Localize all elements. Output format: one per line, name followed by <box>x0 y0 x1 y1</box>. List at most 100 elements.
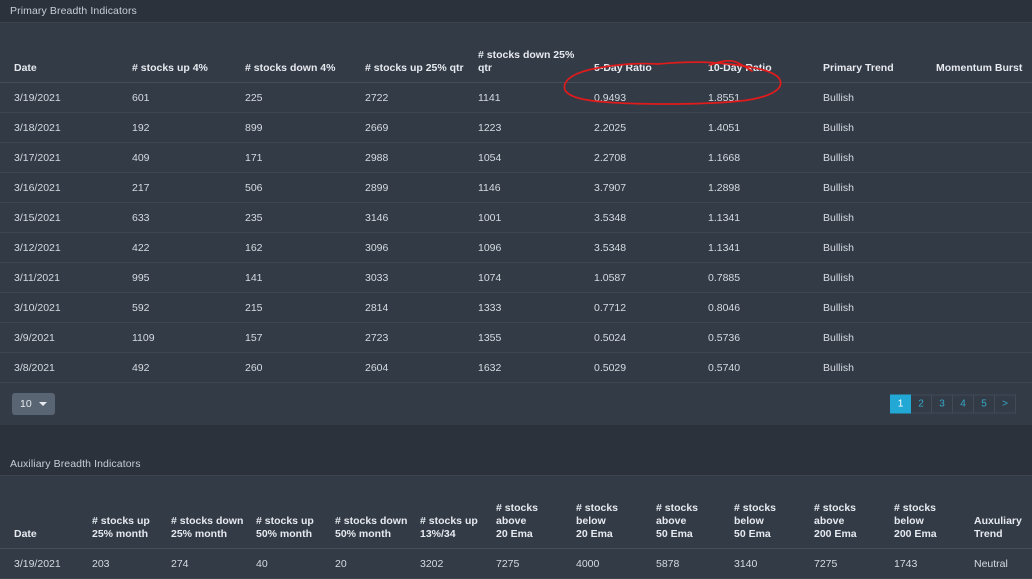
primary-breadth-panel: Primary Breadth Indicators Date # stocks… <box>0 0 1032 425</box>
aux-cell-above-50-ema: 5878 <box>656 548 734 579</box>
cell-stocks-up-25-qtr: 2899 <box>365 172 478 203</box>
aux-col-header-below-200-ema[interactable]: # stocks below 200 Ema <box>894 495 974 549</box>
panel-separator <box>0 425 1032 453</box>
cell-10-day-ratio: 0.5740 <box>708 352 823 383</box>
cell-date: 3/18/2021 <box>0 112 132 143</box>
table-row[interactable]: 3/19/2021 601 225 2722 1141 0.9493 1.8551 Bulli… <box>0 82 1032 113</box>
primary-table-body: 3/19/2021 601 225 2722 1141 0.9493 1.8551 Bulli… <box>0 82 1032 383</box>
cell-primary-trend: Bullish <box>823 112 936 143</box>
col-header-stocks-down-25-qtr[interactable]: # stocks down 25% qtr <box>478 42 594 83</box>
aux-col-header-up-13-34[interactable]: # stocks up 13%/34 <box>420 495 496 549</box>
col-header-momentum-burst[interactable]: Momentum Burst <box>936 42 1032 83</box>
cell-momentum-burst <box>936 352 1032 383</box>
pagination-page-1[interactable]: 1 <box>890 394 911 414</box>
aux-cell-above-200-ema: 7275 <box>814 548 894 579</box>
aux-cell-auxiliary-trend: Neutral <box>974 548 1032 579</box>
auxiliary-table-body: 3/19/2021 203 274 40 20 3202 7275 4000 5878 3140 7… <box>0 548 1032 579</box>
cell-momentum-burst <box>936 232 1032 263</box>
cell-stocks-down-25-qtr: 1333 <box>478 292 594 323</box>
col-header-primary-trend[interactable]: Primary Trend <box>823 42 936 83</box>
primary-panel-title: Primary Breadth Indicators <box>10 5 137 17</box>
table-row[interactable]: 3/10/2021 592 215 2814 1333 0.7712 0.8046 Bulli… <box>0 292 1032 323</box>
cell-stocks-down-25-qtr: 1223 <box>478 112 594 143</box>
primary-panel-subbar <box>0 22 1032 42</box>
cell-primary-trend: Bullish <box>823 142 936 173</box>
chevron-down-icon <box>38 402 47 406</box>
auxiliary-breadth-panel: Auxiliary Breadth Indicators Date # stoc… <box>0 453 1032 579</box>
cell-5-day-ratio: 0.9493 <box>594 82 708 113</box>
cell-primary-trend: Bullish <box>823 82 936 113</box>
aux-col-header-above-20-ema[interactable]: # stocks above 20 Ema <box>496 495 576 549</box>
pagination-page-5[interactable]: 5 <box>974 394 995 414</box>
cell-date: 3/17/2021 <box>0 142 132 173</box>
cell-stocks-up-25-qtr: 2722 <box>365 82 478 113</box>
cell-10-day-ratio: 0.7885 <box>708 262 823 293</box>
pagination-page-3[interactable]: 3 <box>932 394 953 414</box>
cell-primary-trend: Bullish <box>823 202 936 233</box>
pagination-next-button[interactable]: > <box>995 394 1016 414</box>
table-row[interactable]: 3/9/2021 1109 157 2723 1355 0.5024 0.5736 Bulli… <box>0 322 1032 353</box>
cell-momentum-burst <box>936 82 1032 113</box>
table-row[interactable]: 3/8/2021 492 260 2604 1632 0.5029 0.5740 Bullis… <box>0 352 1032 383</box>
cell-stocks-up-4: 192 <box>132 112 245 143</box>
cell-stocks-up-25-qtr: 3096 <box>365 232 478 263</box>
col-header-stocks-up-25-qtr[interactable]: # stocks up 25% qtr <box>365 42 478 83</box>
cell-stocks-up-25-qtr: 2988 <box>365 142 478 173</box>
table-row[interactable]: 3/19/2021 203 274 40 20 3202 7275 4000 5878 3140 7… <box>0 548 1032 579</box>
aux-col-header-auxiliary-trend[interactable]: Auxuliary Trend <box>974 495 1032 549</box>
cell-primary-trend: Bullish <box>823 322 936 353</box>
auxiliary-breadth-table: Date # stocks up 25% month # stocks down… <box>0 495 1032 579</box>
aux-col-header-up-50-month[interactable]: # stocks up 50% month <box>256 495 335 549</box>
cell-momentum-burst <box>936 142 1032 173</box>
col-header-10-day-ratio[interactable]: 10-Day Ratio <box>708 42 823 83</box>
cell-date: 3/10/2021 <box>0 292 132 323</box>
table-row[interactable]: 3/12/2021 422 162 3096 1096 3.5348 1.1341 Bulli… <box>0 232 1032 263</box>
cell-stocks-up-4: 633 <box>132 202 245 233</box>
cell-primary-trend: Bullish <box>823 292 936 323</box>
table-row[interactable]: 3/16/2021 217 506 2899 1146 3.7907 1.2898 Bulli… <box>0 172 1032 203</box>
aux-col-header-down-25-month[interactable]: # stocks down 25% month <box>171 495 256 549</box>
auxiliary-panel-subbar <box>0 475 1032 495</box>
cell-stocks-up-25-qtr: 2814 <box>365 292 478 323</box>
pagination-page-4[interactable]: 4 <box>953 394 974 414</box>
aux-col-header-above-50-ema[interactable]: # stocks above 50 Ema <box>656 495 734 549</box>
aux-col-header-below-50-ema[interactable]: # stocks below 50 Ema <box>734 495 814 549</box>
cell-momentum-burst <box>936 322 1032 353</box>
cell-10-day-ratio: 1.1341 <box>708 202 823 233</box>
table-row[interactable]: 3/18/2021 192 899 2669 1223 2.2025 1.4051 Bulli… <box>0 112 1032 143</box>
cell-stocks-up-25-qtr: 3146 <box>365 202 478 233</box>
auxiliary-panel-title-bar: Auxiliary Breadth Indicators <box>0 453 1032 475</box>
aux-col-header-above-200-ema[interactable]: # stocks above 200 Ema <box>814 495 894 549</box>
cell-stocks-down-4: 215 <box>245 292 365 323</box>
aux-col-header-date[interactable]: Date <box>0 495 92 549</box>
primary-panel-title-bar: Primary Breadth Indicators <box>0 0 1032 22</box>
cell-stocks-up-4: 492 <box>132 352 245 383</box>
aux-col-header-below-20-ema[interactable]: # stocks below 20 Ema <box>576 495 656 549</box>
table-row[interactable]: 3/17/2021 409 171 2988 1054 2.2708 1.1668 Bulli… <box>0 142 1032 173</box>
cell-stocks-up-4: 1109 <box>132 322 245 353</box>
cell-stocks-down-25-qtr: 1632 <box>478 352 594 383</box>
aux-cell-below-20-ema: 4000 <box>576 548 656 579</box>
col-header-5-day-ratio[interactable]: 5-Day Ratio <box>594 42 708 83</box>
cell-stocks-down-25-qtr: 1141 <box>478 82 594 113</box>
cell-10-day-ratio: 1.4051 <box>708 112 823 143</box>
table-row[interactable]: 3/11/2021 995 141 3033 1074 1.0587 0.7885 Bulli… <box>0 262 1032 293</box>
aux-col-header-up-25-month[interactable]: # stocks up 25% month <box>92 495 171 549</box>
cell-10-day-ratio: 1.2898 <box>708 172 823 203</box>
cell-10-day-ratio: 0.8046 <box>708 292 823 323</box>
cell-5-day-ratio: 3.5348 <box>594 232 708 263</box>
auxiliary-panel-title: Auxiliary Breadth Indicators <box>10 458 141 470</box>
col-header-date[interactable]: Date <box>0 42 132 83</box>
cell-stocks-up-4: 409 <box>132 142 245 173</box>
table-row[interactable]: 3/15/2021 633 235 3146 1001 3.5348 1.1341 Bulli… <box>0 202 1032 233</box>
cell-date: 3/8/2021 <box>0 352 132 383</box>
page-size-select[interactable]: 10 <box>12 393 55 415</box>
cell-stocks-up-25-qtr: 3033 <box>365 262 478 293</box>
pagination-page-2[interactable]: 2 <box>911 394 932 414</box>
aux-col-header-down-50-month[interactable]: # stocks down 50% month <box>335 495 420 549</box>
col-header-stocks-down-4[interactable]: # stocks down 4% <box>245 42 365 83</box>
cell-date: 3/19/2021 <box>0 82 132 113</box>
cell-date: 3/12/2021 <box>0 232 132 263</box>
cell-5-day-ratio: 2.2025 <box>594 112 708 143</box>
col-header-stocks-up-4[interactable]: # stocks up 4% <box>132 42 245 83</box>
